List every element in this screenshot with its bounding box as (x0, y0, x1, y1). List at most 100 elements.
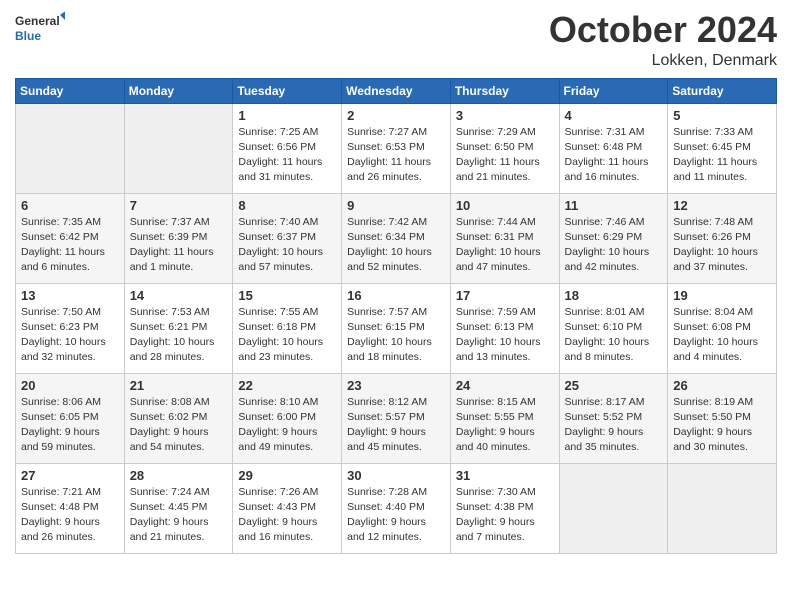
header-friday: Friday (559, 78, 668, 103)
day-info: Sunrise: 7:44 AMSunset: 6:31 PMDaylight:… (456, 215, 554, 276)
page: General Blue October 2024 Lokken, Denmar… (0, 0, 792, 612)
day-number: 14 (130, 288, 228, 303)
day-number: 13 (21, 288, 119, 303)
day-number: 16 (347, 288, 445, 303)
calendar-cell: 4 Sunrise: 7:31 AMSunset: 6:48 PMDayligh… (559, 103, 668, 193)
day-number: 18 (565, 288, 663, 303)
day-info: Sunrise: 8:17 AMSunset: 5:52 PMDaylight:… (565, 395, 663, 456)
calendar-cell: 6 Sunrise: 7:35 AMSunset: 6:42 PMDayligh… (16, 193, 125, 283)
day-number: 2 (347, 108, 445, 123)
day-info: Sunrise: 7:24 AMSunset: 4:45 PMDaylight:… (130, 485, 228, 546)
day-info: Sunrise: 7:48 AMSunset: 6:26 PMDaylight:… (673, 215, 771, 276)
calendar-cell: 14 Sunrise: 7:53 AMSunset: 6:21 PMDaylig… (124, 283, 233, 373)
day-info: Sunrise: 7:28 AMSunset: 4:40 PMDaylight:… (347, 485, 445, 546)
day-number: 29 (238, 468, 336, 483)
calendar-cell (16, 103, 125, 193)
weekday-header-row: Sunday Monday Tuesday Wednesday Thursday… (16, 78, 777, 103)
calendar: Sunday Monday Tuesday Wednesday Thursday… (15, 78, 777, 554)
day-number: 22 (238, 378, 336, 393)
calendar-cell: 16 Sunrise: 7:57 AMSunset: 6:15 PMDaylig… (342, 283, 451, 373)
header-wednesday: Wednesday (342, 78, 451, 103)
day-info: Sunrise: 7:55 AMSunset: 6:18 PMDaylight:… (238, 305, 336, 366)
svg-text:Blue: Blue (15, 29, 41, 43)
calendar-cell: 29 Sunrise: 7:26 AMSunset: 4:43 PMDaylig… (233, 463, 342, 553)
calendar-cell (559, 463, 668, 553)
day-number: 24 (456, 378, 554, 393)
day-info: Sunrise: 7:25 AMSunset: 6:56 PMDaylight:… (238, 125, 336, 186)
day-number: 15 (238, 288, 336, 303)
day-info: Sunrise: 7:31 AMSunset: 6:48 PMDaylight:… (565, 125, 663, 186)
calendar-cell: 5 Sunrise: 7:33 AMSunset: 6:45 PMDayligh… (668, 103, 777, 193)
day-number: 30 (347, 468, 445, 483)
day-info: Sunrise: 7:42 AMSunset: 6:34 PMDaylight:… (347, 215, 445, 276)
day-number: 19 (673, 288, 771, 303)
day-number: 23 (347, 378, 445, 393)
header-thursday: Thursday (450, 78, 559, 103)
calendar-cell: 11 Sunrise: 7:46 AMSunset: 6:29 PMDaylig… (559, 193, 668, 283)
location-title: Lokken, Denmark (549, 52, 777, 70)
calendar-cell: 21 Sunrise: 8:08 AMSunset: 6:02 PMDaylig… (124, 373, 233, 463)
calendar-cell: 27 Sunrise: 7:21 AMSunset: 4:48 PMDaylig… (16, 463, 125, 553)
week-row-2: 6 Sunrise: 7:35 AMSunset: 6:42 PMDayligh… (16, 193, 777, 283)
calendar-cell: 19 Sunrise: 8:04 AMSunset: 6:08 PMDaylig… (668, 283, 777, 373)
day-number: 10 (456, 198, 554, 213)
calendar-cell: 15 Sunrise: 7:55 AMSunset: 6:18 PMDaylig… (233, 283, 342, 373)
day-info: Sunrise: 7:33 AMSunset: 6:45 PMDaylight:… (673, 125, 771, 186)
day-number: 20 (21, 378, 119, 393)
header-saturday: Saturday (668, 78, 777, 103)
calendar-cell: 26 Sunrise: 8:19 AMSunset: 5:50 PMDaylig… (668, 373, 777, 463)
day-number: 25 (565, 378, 663, 393)
calendar-cell (668, 463, 777, 553)
day-number: 1 (238, 108, 336, 123)
week-row-4: 20 Sunrise: 8:06 AMSunset: 6:05 PMDaylig… (16, 373, 777, 463)
day-number: 8 (238, 198, 336, 213)
calendar-cell: 24 Sunrise: 8:15 AMSunset: 5:55 PMDaylig… (450, 373, 559, 463)
logo-svg: General Blue (15, 10, 65, 46)
day-info: Sunrise: 8:19 AMSunset: 5:50 PMDaylight:… (673, 395, 771, 456)
calendar-cell: 20 Sunrise: 8:06 AMSunset: 6:05 PMDaylig… (16, 373, 125, 463)
day-info: Sunrise: 8:15 AMSunset: 5:55 PMDaylight:… (456, 395, 554, 456)
calendar-cell: 31 Sunrise: 7:30 AMSunset: 4:38 PMDaylig… (450, 463, 559, 553)
header-tuesday: Tuesday (233, 78, 342, 103)
day-number: 11 (565, 198, 663, 213)
calendar-cell: 10 Sunrise: 7:44 AMSunset: 6:31 PMDaylig… (450, 193, 559, 283)
day-info: Sunrise: 7:35 AMSunset: 6:42 PMDaylight:… (21, 215, 119, 276)
day-info: Sunrise: 7:46 AMSunset: 6:29 PMDaylight:… (565, 215, 663, 276)
day-info: Sunrise: 8:08 AMSunset: 6:02 PMDaylight:… (130, 395, 228, 456)
day-number: 17 (456, 288, 554, 303)
day-number: 9 (347, 198, 445, 213)
day-number: 28 (130, 468, 228, 483)
day-info: Sunrise: 8:01 AMSunset: 6:10 PMDaylight:… (565, 305, 663, 366)
calendar-cell: 30 Sunrise: 7:28 AMSunset: 4:40 PMDaylig… (342, 463, 451, 553)
day-info: Sunrise: 8:06 AMSunset: 6:05 PMDaylight:… (21, 395, 119, 456)
header-sunday: Sunday (16, 78, 125, 103)
calendar-cell: 25 Sunrise: 8:17 AMSunset: 5:52 PMDaylig… (559, 373, 668, 463)
day-number: 26 (673, 378, 771, 393)
svg-text:General: General (15, 14, 60, 28)
calendar-cell: 9 Sunrise: 7:42 AMSunset: 6:34 PMDayligh… (342, 193, 451, 283)
day-info: Sunrise: 7:40 AMSunset: 6:37 PMDaylight:… (238, 215, 336, 276)
calendar-cell: 8 Sunrise: 7:40 AMSunset: 6:37 PMDayligh… (233, 193, 342, 283)
day-info: Sunrise: 7:21 AMSunset: 4:48 PMDaylight:… (21, 485, 119, 546)
week-row-5: 27 Sunrise: 7:21 AMSunset: 4:48 PMDaylig… (16, 463, 777, 553)
calendar-cell: 3 Sunrise: 7:29 AMSunset: 6:50 PMDayligh… (450, 103, 559, 193)
day-number: 27 (21, 468, 119, 483)
day-number: 4 (565, 108, 663, 123)
month-title: October 2024 (549, 10, 777, 50)
day-number: 12 (673, 198, 771, 213)
day-info: Sunrise: 7:37 AMSunset: 6:39 PMDaylight:… (130, 215, 228, 276)
calendar-cell: 12 Sunrise: 7:48 AMSunset: 6:26 PMDaylig… (668, 193, 777, 283)
day-number: 31 (456, 468, 554, 483)
week-row-1: 1 Sunrise: 7:25 AMSunset: 6:56 PMDayligh… (16, 103, 777, 193)
calendar-cell: 1 Sunrise: 7:25 AMSunset: 6:56 PMDayligh… (233, 103, 342, 193)
calendar-cell: 22 Sunrise: 8:10 AMSunset: 6:00 PMDaylig… (233, 373, 342, 463)
day-info: Sunrise: 7:57 AMSunset: 6:15 PMDaylight:… (347, 305, 445, 366)
calendar-cell (124, 103, 233, 193)
day-info: Sunrise: 7:30 AMSunset: 4:38 PMDaylight:… (456, 485, 554, 546)
day-info: Sunrise: 8:04 AMSunset: 6:08 PMDaylight:… (673, 305, 771, 366)
calendar-cell: 7 Sunrise: 7:37 AMSunset: 6:39 PMDayligh… (124, 193, 233, 283)
day-number: 21 (130, 378, 228, 393)
day-info: Sunrise: 7:29 AMSunset: 6:50 PMDaylight:… (456, 125, 554, 186)
day-number: 7 (130, 198, 228, 213)
day-number: 5 (673, 108, 771, 123)
